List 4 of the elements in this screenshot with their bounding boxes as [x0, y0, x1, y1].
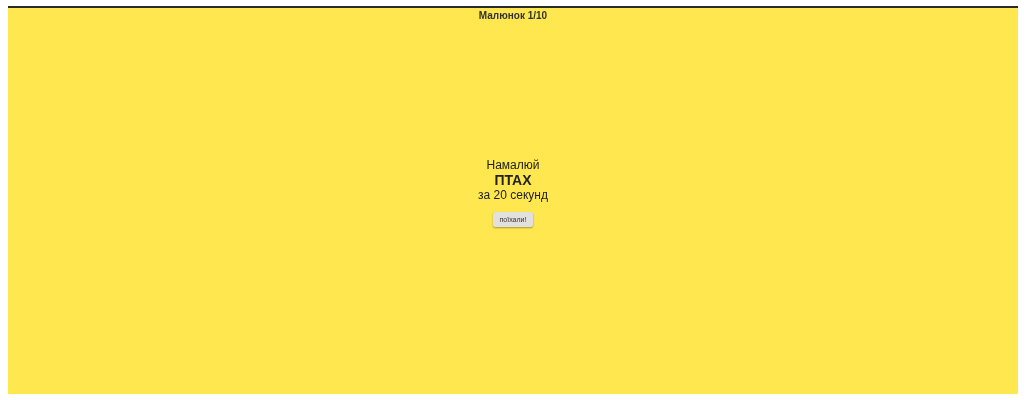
subject-text: ПТАХ	[494, 172, 532, 188]
prompt-text: Намалюй	[486, 158, 540, 172]
time-limit-text: за 20 секунд	[478, 188, 548, 202]
page-title: Малюнок 1/10	[478, 10, 548, 21]
